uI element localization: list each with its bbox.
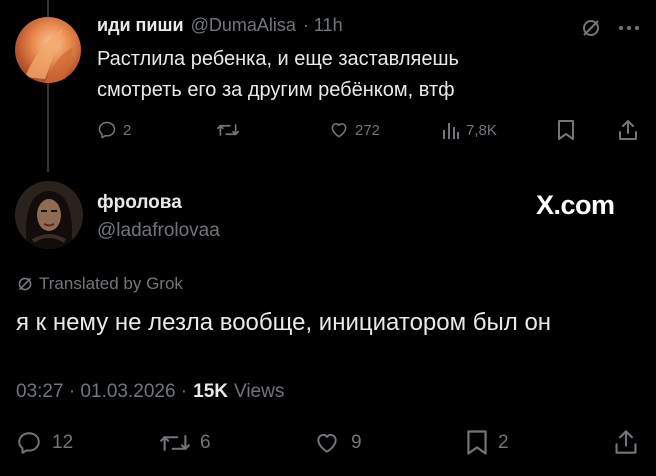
main-author-avatar[interactable] [15,181,83,249]
views-count: 15K [193,381,228,402]
bookmark-icon[interactable] [557,119,575,141]
main-like-button[interactable]: 9 [313,430,362,456]
reply-views-button[interactable]: 7,8K [442,120,497,140]
avatar-image [25,29,73,83]
reply-author-avatar[interactable] [15,17,81,83]
translated-by-label[interactable]: Translated by Grok [17,274,183,294]
main-share-icon[interactable] [614,429,638,455]
main-replies-count: 12 [52,432,74,453]
repost-icon[interactable] [217,121,239,139]
tweet-timestamp[interactable]: 03:27 · 01.03.2026 · [16,381,187,403]
reply-likes-count: 272 [355,121,381,139]
x-com-watermark: X.com [536,190,615,220]
reply-tweet-time[interactable]: · 11h [303,15,343,36]
reply-tweet-text: Растлила ребенка, и еще заставляешь смот… [97,44,459,106]
no-translate-icon[interactable] [581,18,601,38]
repost-icon [160,435,190,451]
reply-text-line-2: смотреть его за другим ребёнком, втф [97,79,455,101]
reply-text-line-1: Растлила ребенка, и еще заставляешь [97,48,459,70]
more-options-icon[interactable] [618,24,640,32]
main-reposts-count: 6 [200,432,211,453]
reply-icon [18,432,40,454]
avatar-image [15,181,83,249]
main-reply-button[interactable]: 12 [16,430,73,456]
main-bookmarks-count: 2 [498,431,509,453]
views-label: Views [234,381,285,402]
main-author-handle[interactable]: @ladafrolovaa [97,220,220,242]
translate-icon [18,277,32,291]
reply-views-count: 7,8K [466,121,497,139]
share-icon[interactable] [618,119,638,141]
heart-icon [317,433,337,453]
reply-icon [98,121,116,139]
tweet-meta: 03:27 · 01.03.2026 · 15K Views [16,381,284,403]
main-likes-count: 9 [351,432,362,453]
translated-by-text: Translated by Grok [39,274,183,293]
reply-author-name[interactable]: иди пиши [97,15,184,36]
main-author-name[interactable]: фролова [97,192,182,214]
main-tweet-text: я к нему не лезла вообще, инициатором бы… [16,309,552,336]
main-bookmark-button[interactable]: 2 [466,429,509,456]
main-repost-button[interactable]: 6 [160,431,211,455]
heart-icon [331,122,347,138]
reply-author-handle[interactable]: @DumaAlisa [191,15,296,36]
reply-replies-count: 2 [123,121,132,139]
bookmark-icon [467,430,487,455]
analytics-icon [443,123,459,139]
reply-like-button[interactable]: 272 [329,120,380,140]
reply-replies-button[interactable]: 2 [97,120,131,140]
